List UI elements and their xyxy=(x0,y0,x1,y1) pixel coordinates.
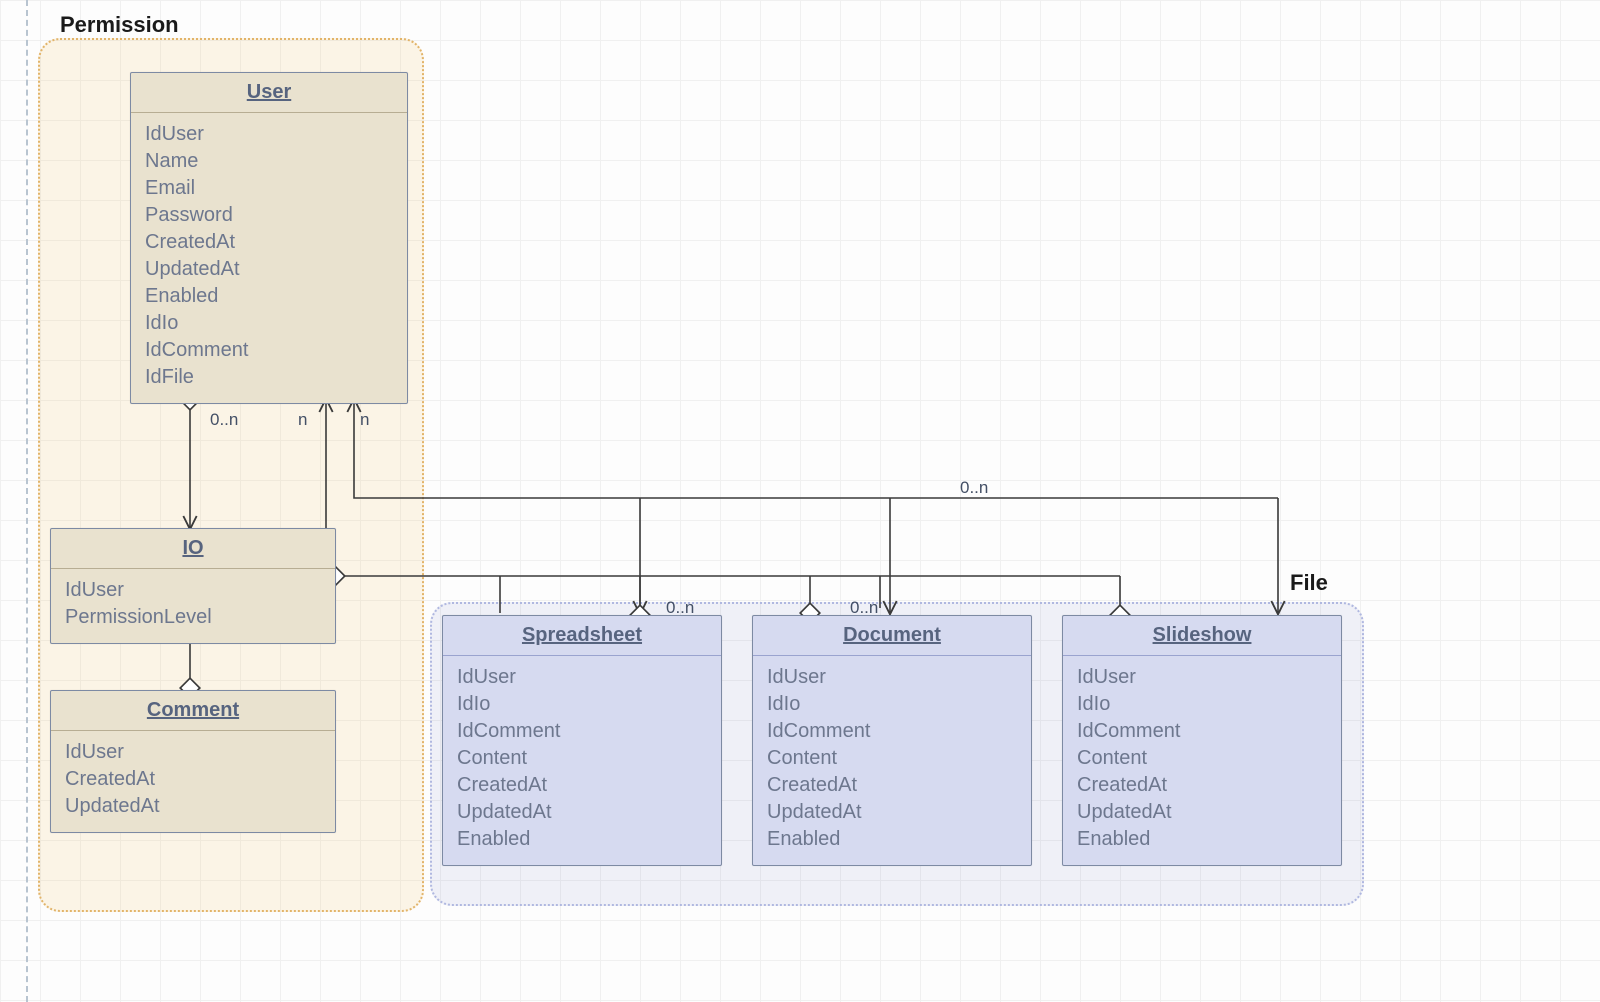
attr: UpdatedAt xyxy=(1077,799,1327,826)
entity-comment-body: IdUser CreatedAt UpdatedAt xyxy=(51,731,335,832)
attr: Content xyxy=(457,745,707,772)
attr: Enabled xyxy=(767,826,1017,853)
entity-user[interactable]: User IdUser Name Email Password CreatedA… xyxy=(130,72,408,404)
attr: Name xyxy=(145,148,393,175)
entity-document-title: Document xyxy=(753,616,1031,656)
attr: IdUser xyxy=(145,121,393,148)
attr: IdComment xyxy=(767,718,1017,745)
entity-slideshow-title: Slideshow xyxy=(1063,616,1341,656)
attr: Enabled xyxy=(457,826,707,853)
entity-user-body: IdUser Name Email Password CreatedAt Upd… xyxy=(131,113,407,403)
attr: IdUser xyxy=(65,577,321,604)
mult-user-n2: n xyxy=(360,410,369,430)
group-file-label: File xyxy=(1290,570,1328,596)
diagram-canvas[interactable]: Permission File xyxy=(0,0,1600,1002)
attr: CreatedAt xyxy=(457,772,707,799)
attr: IdUser xyxy=(457,664,707,691)
mult-user-n1: n xyxy=(298,410,307,430)
attr: UpdatedAt xyxy=(145,256,393,283)
group-permission-label: Permission xyxy=(60,12,179,38)
entity-io-title: IO xyxy=(51,529,335,569)
entity-spreadsheet[interactable]: Spreadsheet IdUser IdIo IdComment Conten… xyxy=(442,615,722,866)
attr: IdComment xyxy=(145,337,393,364)
entity-io[interactable]: IO IdUser PermissionLevel xyxy=(50,528,336,644)
attr: IdComment xyxy=(1077,718,1327,745)
attr: IdUser xyxy=(767,664,1017,691)
attr: CreatedAt xyxy=(145,229,393,256)
entity-spreadsheet-body: IdUser IdIo IdComment Content CreatedAt … xyxy=(443,656,721,865)
entity-io-body: IdUser PermissionLevel xyxy=(51,569,335,643)
attr: Enabled xyxy=(145,283,393,310)
entity-document[interactable]: Document IdUser IdIo IdComment Content C… xyxy=(752,615,1032,866)
entity-slideshow-body: IdUser IdIo IdComment Content CreatedAt … xyxy=(1063,656,1341,865)
attr: IdIo xyxy=(145,310,393,337)
entity-user-title: User xyxy=(131,73,407,113)
attr: IdIo xyxy=(457,691,707,718)
entity-comment-title: Comment xyxy=(51,691,335,731)
attr: CreatedAt xyxy=(767,772,1017,799)
attr: UpdatedAt xyxy=(65,793,321,820)
mult-file-top: 0..n xyxy=(960,478,988,498)
attr: IdUser xyxy=(1077,664,1327,691)
entity-document-body: IdUser IdIo IdComment Content CreatedAt … xyxy=(753,656,1031,865)
entity-spreadsheet-title: Spreadsheet xyxy=(443,616,721,656)
attr: PermissionLevel xyxy=(65,604,321,631)
attr: Content xyxy=(1077,745,1327,772)
page-boundary xyxy=(26,0,28,1002)
attr: Email xyxy=(145,175,393,202)
attr: Content xyxy=(767,745,1017,772)
attr: UpdatedAt xyxy=(457,799,707,826)
attr: CreatedAt xyxy=(65,766,321,793)
attr: IdComment xyxy=(457,718,707,745)
attr: CreatedAt xyxy=(1077,772,1327,799)
attr: IdUser xyxy=(65,739,321,766)
mult-user-io: 0..n xyxy=(210,410,238,430)
attr: UpdatedAt xyxy=(767,799,1017,826)
attr: IdIo xyxy=(1077,691,1327,718)
attr: IdFile xyxy=(145,364,393,391)
attr: Password xyxy=(145,202,393,229)
entity-slideshow[interactable]: Slideshow IdUser IdIo IdComment Content … xyxy=(1062,615,1342,866)
attr: Enabled xyxy=(1077,826,1327,853)
attr: IdIo xyxy=(767,691,1017,718)
entity-comment[interactable]: Comment IdUser CreatedAt UpdatedAt xyxy=(50,690,336,833)
